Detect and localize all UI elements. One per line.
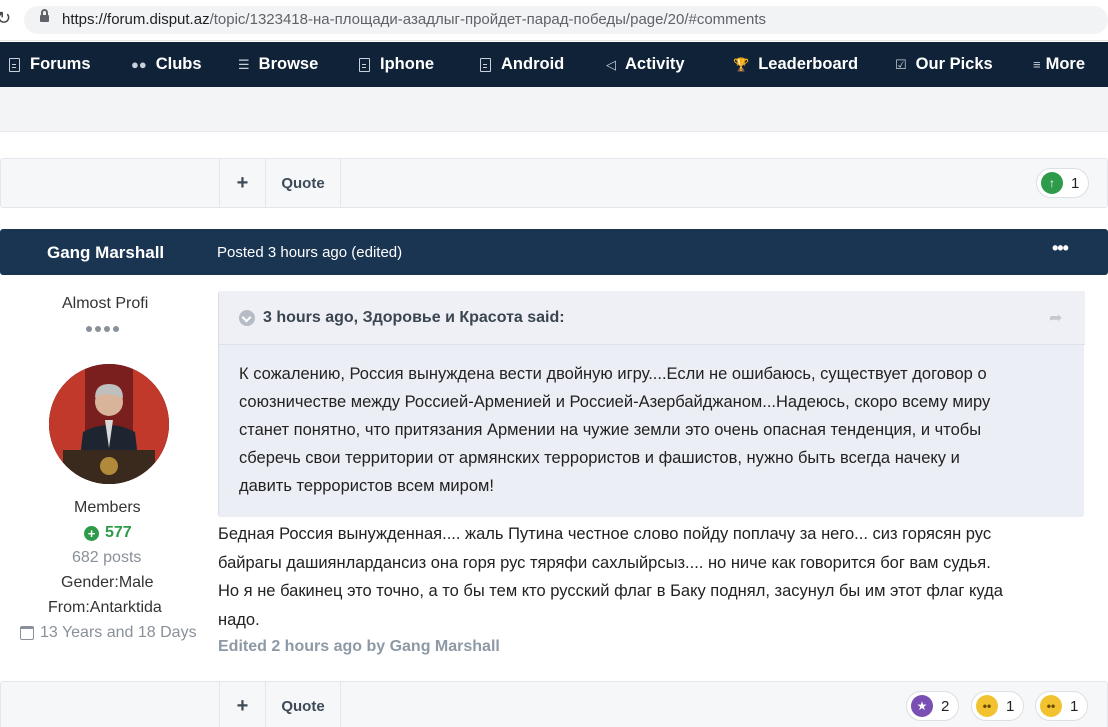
nav-label: Iphone xyxy=(380,55,435,73)
subheader-bar xyxy=(0,87,1108,132)
users-icon: ●● xyxy=(131,57,147,72)
post-actions-bar: + Quote ↑ 1 xyxy=(0,158,1108,208)
nav-item-clubs[interactable]: ●● Clubs xyxy=(131,55,202,74)
gender-field: Gender:Male xyxy=(61,574,154,591)
quote-citation[interactable]: 3 hours ago, Здоровье и Красота said: xyxy=(263,309,565,327)
location-field: From:Antarktida xyxy=(48,599,162,616)
url-path: /topic/1323418-на-площади-азадлыг-пройде… xyxy=(209,11,767,28)
nav-label: Leaderboard xyxy=(758,55,859,73)
sad-reaction-icon: •• xyxy=(1040,695,1062,717)
reputation-badge[interactable]: +577 xyxy=(84,524,132,542)
post-count: 682 posts xyxy=(72,549,142,566)
nav-label: Our Picks xyxy=(915,55,993,73)
quote-block: 3 hours ago, Здоровье и Красота said: ➦ … xyxy=(218,291,1085,517)
document-icon xyxy=(480,57,491,72)
trophy-icon: 🏆 xyxy=(733,56,750,72)
main-nav: Forums ●● Clubs ☰ Browse Iphone Android ◁ A… xyxy=(0,42,1108,87)
quote-line: сберечь свои территории от армянских тер… xyxy=(239,449,960,467)
share-arrow-icon[interactable]: ➦ xyxy=(1049,308,1062,328)
chevron-down-icon[interactable] xyxy=(239,310,255,326)
nav-item-android[interactable]: Android xyxy=(480,55,564,74)
address-bar: ↻ https://forum.disput.az/topic/1323418-… xyxy=(0,0,1108,41)
avatar-image xyxy=(49,364,169,484)
upvote-reaction[interactable]: ↑ 1 xyxy=(1036,168,1090,198)
post-header: Gang Marshall Posted 3 hours ago (edited… xyxy=(0,229,1108,275)
reputation-count: 577 xyxy=(105,524,132,541)
body-line: Но я не бакинец это точно, а то бы тем к… xyxy=(218,582,1003,600)
upvote-icon: ↑ xyxy=(1041,172,1063,194)
nav-label: Clubs xyxy=(155,55,202,73)
quote-line: союзничестве между Россией-Арменией и Ро… xyxy=(239,393,991,411)
post-body: Бедная Россия вынужденная.... жаль Путин… xyxy=(218,520,1088,634)
list-icon: ☰ xyxy=(238,56,250,72)
nav-label: Browse xyxy=(258,55,319,73)
quote-button[interactable]: Quote xyxy=(265,159,341,207)
nav-item-leaderboard[interactable]: 🏆 Leaderboard xyxy=(733,55,858,74)
quote-line: станет понятно, что притязания Армении н… xyxy=(239,421,982,439)
reaction-count: 1 xyxy=(1006,697,1015,715)
nav-label: Forums xyxy=(30,55,91,73)
megaphone-icon: ◁ xyxy=(606,56,616,72)
member-group: Members xyxy=(74,499,141,516)
upvote-count: 1 xyxy=(1071,174,1080,192)
checkbox-icon: ☑ xyxy=(895,56,907,72)
nav-label: More xyxy=(1045,55,1086,73)
body-line: байрагы дашиянлардансиз она горя рус тяр… xyxy=(218,553,991,572)
document-icon xyxy=(9,57,20,72)
nav-item-more[interactable]: ≡ More xyxy=(1033,55,1085,74)
rank-pips xyxy=(86,326,119,332)
multiquote-button[interactable]: + xyxy=(219,682,265,727)
reaction-sad[interactable]: •• 1 xyxy=(1035,691,1089,721)
nav-label: Activity xyxy=(625,55,685,73)
body-line: Бедная Россия вынужденная.... жаль Путин… xyxy=(218,525,992,543)
nav-label: Android xyxy=(501,55,565,73)
confused-reaction-icon: •• xyxy=(976,695,998,717)
reaction-trophy[interactable]: ★ 2 xyxy=(906,691,960,721)
lock-icon[interactable] xyxy=(40,9,49,22)
reaction-confused[interactable]: •• 1 xyxy=(971,691,1025,721)
post-menu-button[interactable]: ••• xyxy=(1052,238,1069,259)
nav-item-browse[interactable]: ☰ Browse xyxy=(238,55,318,74)
quote-line: К сожалению, Россия вынуждена вести двой… xyxy=(239,365,987,383)
menu-icon: ≡ xyxy=(1033,57,1041,72)
reaction-count: 2 xyxy=(941,697,950,715)
post-actions-bar-bottom: + Quote ★ 2 •• 1 •• 1 xyxy=(0,681,1108,727)
quote-header: 3 hours ago, Здоровье и Красота said: ➦ xyxy=(219,291,1085,345)
avatar[interactable] xyxy=(49,364,169,484)
reload-icon[interactable]: ↻ xyxy=(0,8,11,29)
multiquote-button[interactable]: + xyxy=(219,159,265,207)
nav-item-our-picks[interactable]: ☑ Our Picks xyxy=(895,55,993,74)
plus-circle-icon: + xyxy=(84,525,99,541)
trophy-reaction-icon: ★ xyxy=(911,695,933,717)
rank-title: Almost Profi xyxy=(62,295,149,312)
member-since: 13 Years and 18 Days xyxy=(20,624,197,642)
edited-note: Edited 2 hours ago by Gang Marshall xyxy=(218,638,500,655)
calendar-icon xyxy=(20,626,34,640)
nav-item-forums[interactable]: Forums xyxy=(9,55,91,74)
url-text[interactable]: https://forum.disput.az/topic/1323418-на… xyxy=(62,11,766,28)
quote-line: давить террористов всем миром! xyxy=(239,477,494,495)
reaction-count: 1 xyxy=(1070,697,1079,715)
url-host: https://forum.disput.az xyxy=(62,11,210,28)
post-author[interactable]: Gang Marshall xyxy=(47,243,164,263)
quote-button[interactable]: Quote xyxy=(265,682,341,727)
nav-item-activity[interactable]: ◁ Activity xyxy=(606,55,685,74)
quote-text: К сожалению, Россия вынуждена вести двой… xyxy=(239,360,1075,500)
document-icon xyxy=(359,57,370,72)
body-line: надо. xyxy=(218,610,260,629)
post-timestamp[interactable]: Posted 3 hours ago (edited) xyxy=(217,244,402,261)
member-since-text: 13 Years and 18 Days xyxy=(40,624,197,641)
nav-item-iphone[interactable]: Iphone xyxy=(359,55,434,74)
